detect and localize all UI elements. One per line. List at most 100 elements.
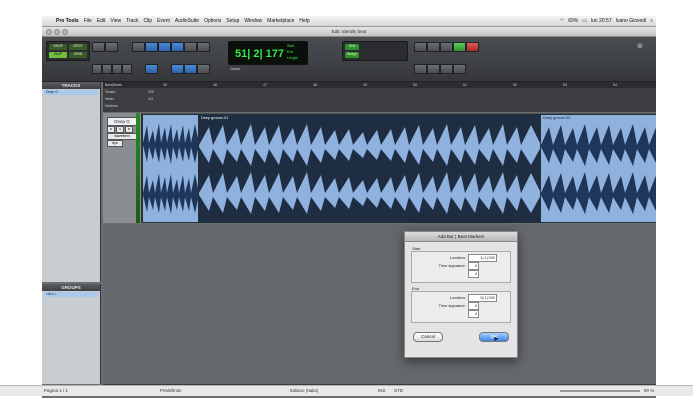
shuffle-mode-button[interactable]: SHUF xyxy=(49,44,67,50)
grabber-tool[interactable] xyxy=(171,42,184,52)
slip-mode-button[interactable]: SLIP xyxy=(49,52,67,58)
groups-panel-title[interactable]: GROUPS xyxy=(42,284,100,291)
mirror-midi-button[interactable] xyxy=(171,64,184,74)
spot-mode-button[interactable]: SPOT xyxy=(69,44,87,50)
end-timesig-bottom-field[interactable]: 4 xyxy=(468,310,479,318)
menu-event[interactable]: Event xyxy=(157,18,170,24)
audio-clip-selected[interactable]: Deep groove-01 xyxy=(198,114,542,223)
loop-button[interactable] xyxy=(453,42,466,52)
grid-label[interactable]: Grid xyxy=(345,44,359,50)
waveform-selected xyxy=(199,124,541,214)
user-name[interactable]: Ivano Giovedi xyxy=(616,18,647,24)
rewind-button[interactable] xyxy=(414,64,427,74)
menu-edit[interactable]: Edit xyxy=(97,18,106,24)
window-title-bar: Edit: Identify beat xyxy=(42,27,656,37)
main-counter[interactable]: 51| 2| 177 Start End Length xyxy=(228,41,308,65)
trim-tool[interactable] xyxy=(145,42,158,52)
cancel-button[interactable]: Cancel xyxy=(413,332,443,342)
edit-toolbar: SHUF SPOT SLIP GRID 51| 2| 177 Start End… xyxy=(42,37,656,82)
menu-setup[interactable]: Setup xyxy=(226,18,239,24)
record-mode-button[interactable] xyxy=(414,42,427,52)
tempo-ruler[interactable]: Tempo 120 xyxy=(103,89,656,95)
bars-beats-ruler[interactable]: Bars|Beats 45 46 47 48 49 50 51 52 53 54 xyxy=(103,82,656,88)
pencil-tool[interactable] xyxy=(197,42,210,52)
menu-file[interactable]: File xyxy=(84,18,92,24)
audio-clip-left[interactable] xyxy=(142,114,200,223)
menu-app-name[interactable]: Pro Tools xyxy=(56,18,79,24)
tracks-list-item[interactable]: Deep G xyxy=(44,90,98,95)
record-button[interactable] xyxy=(466,42,479,52)
menu-marketplace[interactable]: Marketplace xyxy=(267,18,294,24)
timebase-selector[interactable]: dyn xyxy=(107,140,123,147)
menu-view[interactable]: View xyxy=(110,18,121,24)
menu-audiosuite[interactable]: AudioSuite xyxy=(175,18,199,24)
start-timesig-label: Time signature: xyxy=(438,263,466,268)
markers-ruler[interactable]: Markers xyxy=(103,103,656,109)
zoom-preset-3[interactable] xyxy=(112,64,122,74)
dialog-title: Add Bar | Beat Markers xyxy=(405,232,517,242)
nudge-label[interactable]: Nudge xyxy=(345,52,359,58)
track-name[interactable]: Deep G xyxy=(107,117,137,126)
audio-track-lane[interactable]: Deep groove-01 Deep groove-02 xyxy=(142,113,656,223)
battery-icon[interactable]: ▭ xyxy=(582,18,587,24)
menu-track[interactable]: Track xyxy=(126,18,138,24)
start-timesig-bottom-field[interactable]: 4 xyxy=(468,270,479,278)
language-indicator[interactable]: Italiano (Italia) xyxy=(290,388,318,393)
zoom-out-button[interactable] xyxy=(92,42,105,52)
bar-number: 54 xyxy=(613,83,617,87)
toolbar-options-icon[interactable]: ⊜ xyxy=(637,42,643,50)
groups-list-item[interactable]: <ALL> xyxy=(44,292,98,297)
meter-ruler[interactable]: Meter 4/4 xyxy=(103,96,656,102)
end-timesig-top-field[interactable]: 4 xyxy=(468,302,479,310)
stop-button[interactable] xyxy=(427,42,440,52)
ruler-label-bars: Bars|Beats xyxy=(105,83,123,87)
insertion-follows-playback-button[interactable] xyxy=(197,64,210,74)
start-timesig-top-field[interactable]: 4 xyxy=(468,262,479,270)
waveform-left xyxy=(143,123,199,214)
audio-clip-right[interactable]: Deep groove-02 xyxy=(540,114,656,223)
zoom-preset-1[interactable] xyxy=(92,64,102,74)
track-view-selector[interactable]: waveform xyxy=(107,133,137,140)
tab-to-transient-button[interactable] xyxy=(145,64,158,74)
grid-mode-button[interactable]: GRID xyxy=(69,52,87,58)
bar-number: 46 xyxy=(213,83,217,87)
clock[interactable]: lun 20:57 xyxy=(591,18,612,24)
tracks-panel-title[interactable]: TRACKS xyxy=(42,82,100,89)
spotlight-search-icon[interactable]: ⌕ xyxy=(650,18,653,24)
record-enable-button[interactable]: R xyxy=(107,126,115,133)
zoom-slider[interactable] xyxy=(560,390,640,392)
ruler-label-markers: Markers xyxy=(105,104,118,108)
menu-help[interactable]: Help xyxy=(299,18,309,24)
screen: Pro Tools File Edit View Track Clip Even… xyxy=(42,16,656,398)
play-button[interactable] xyxy=(440,42,453,52)
zoomer-tool[interactable] xyxy=(132,42,145,52)
end-location-field[interactable]: 9| 1| 000 xyxy=(468,294,497,302)
start-location-label: Location: xyxy=(449,255,466,260)
link-timeline-button[interactable] xyxy=(184,64,197,74)
rulers: Bars|Beats 45 46 47 48 49 50 51 52 53 54… xyxy=(103,82,656,112)
to-end-button[interactable] xyxy=(453,64,466,74)
menu-bar: Pro Tools File Edit View Track Clip Even… xyxy=(42,16,656,27)
zoom-preset-2[interactable] xyxy=(102,64,112,74)
start-location-field[interactable]: 1| 1| 000 xyxy=(468,254,497,262)
wifi-icon[interactable]: ◠ xyxy=(560,18,564,24)
menu-window[interactable]: Window xyxy=(244,18,262,24)
battery-percent[interactable]: 69% xyxy=(568,18,578,24)
mute-button[interactable]: M xyxy=(125,126,133,133)
smart-tool[interactable] xyxy=(184,42,197,52)
zoom-in-button[interactable] xyxy=(105,42,118,52)
to-start-button[interactable] xyxy=(440,64,453,74)
zoom-preset-4[interactable] xyxy=(122,64,132,74)
counter-value: 51| 2| 177 xyxy=(235,48,284,60)
solo-button[interactable]: S xyxy=(116,126,124,133)
menu-clip[interactable]: Clip xyxy=(143,18,152,24)
selector-tool[interactable] xyxy=(158,42,171,52)
groups-list-panel: GROUPS <ALL> xyxy=(42,284,101,384)
std-indicator[interactable]: STD xyxy=(394,388,403,393)
style-indicator: Predefinito xyxy=(160,388,182,393)
add-bar-beat-markers-dialog: Add Bar | Beat Markers Start Location: 1… xyxy=(404,231,518,358)
forward-button[interactable] xyxy=(427,64,440,74)
empty-track-area[interactable] xyxy=(103,224,656,384)
menu-options[interactable]: Options xyxy=(204,18,221,24)
ins-indicator[interactable]: INS xyxy=(378,388,386,393)
